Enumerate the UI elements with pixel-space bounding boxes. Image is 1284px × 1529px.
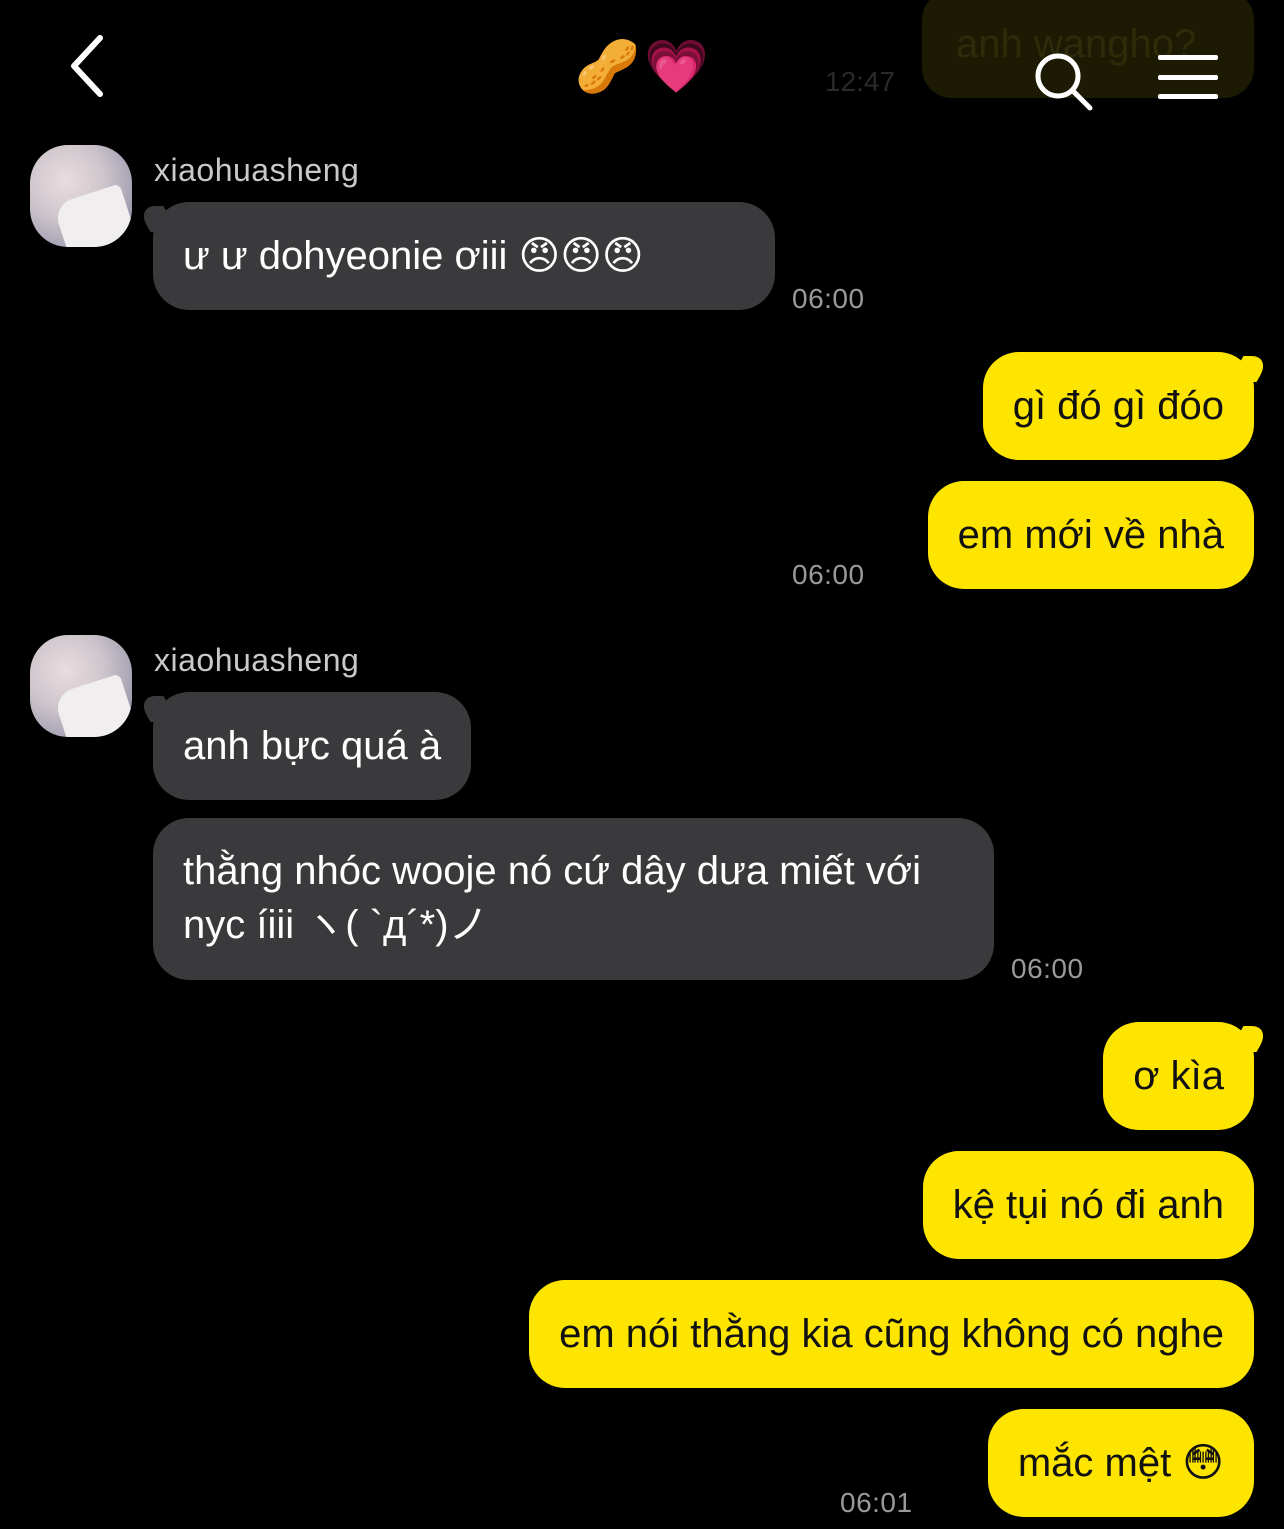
message-text: gì đó gì đóo [1012, 384, 1224, 428]
message-text: mắc mệt 😳 [1017, 1441, 1224, 1485]
incoming-message-bubble[interactable]: thằng nhóc wooje nó cứ dây dưa miết với … [153, 818, 994, 980]
chevron-left-icon [71, 35, 103, 97]
peanut-icon: 🥜 [575, 37, 640, 96]
message-time: 06:01 [840, 1487, 913, 1518]
outgoing-message-bubble[interactable]: em nói thằng kia cũng không có nghe [529, 1280, 1254, 1388]
avatar[interactable] [30, 635, 132, 737]
menu-button[interactable] [1152, 50, 1224, 104]
message-text: em nói thằng kia cũng không có nghe [559, 1312, 1224, 1356]
outgoing-message-bubble[interactable]: ơ kìa [1103, 1022, 1254, 1130]
sender-name: xiaohuasheng [154, 152, 360, 188]
incoming-message-bubble[interactable]: ư ư dohyeonie ơiii 😠😠😠 [153, 202, 775, 310]
message-time: 06:00 [1011, 953, 1084, 984]
outgoing-message-bubble[interactable]: kệ tụi nó đi anh [922, 1151, 1254, 1259]
message-text: thằng nhóc wooje nó cứ dây dưa miết với … [183, 849, 921, 947]
outgoing-message-bubble[interactable]: em mới về nhà [927, 481, 1254, 589]
incoming-message-bubble[interactable]: anh bực quá à [153, 692, 472, 800]
chat-title: 🥜 💗 [560, 30, 724, 102]
search-button[interactable] [1030, 48, 1096, 114]
message-text: kệ tụi nó đi anh [952, 1183, 1224, 1227]
message-text: ư ư dohyeonie ơiii 😠😠😠 [183, 234, 644, 278]
previous-message-time: 12:47 [825, 66, 896, 97]
sender-name: xiaohuasheng [154, 642, 360, 678]
outgoing-message-bubble[interactable]: mắc mệt 😳 [987, 1409, 1254, 1517]
heart-icon: 💗 [644, 37, 709, 96]
outgoing-message-bubble[interactable]: gì đó gì đóo [982, 352, 1254, 460]
message-text: em mới về nhà [957, 513, 1224, 557]
search-icon [1035, 53, 1093, 111]
back-button[interactable] [60, 30, 120, 102]
message-time: 06:00 [792, 283, 865, 314]
message-text: ơ kìa [1133, 1054, 1224, 1098]
avatar[interactable] [30, 145, 132, 247]
message-text: anh bực quá à [183, 724, 442, 768]
message-time: 06:00 [792, 559, 865, 590]
